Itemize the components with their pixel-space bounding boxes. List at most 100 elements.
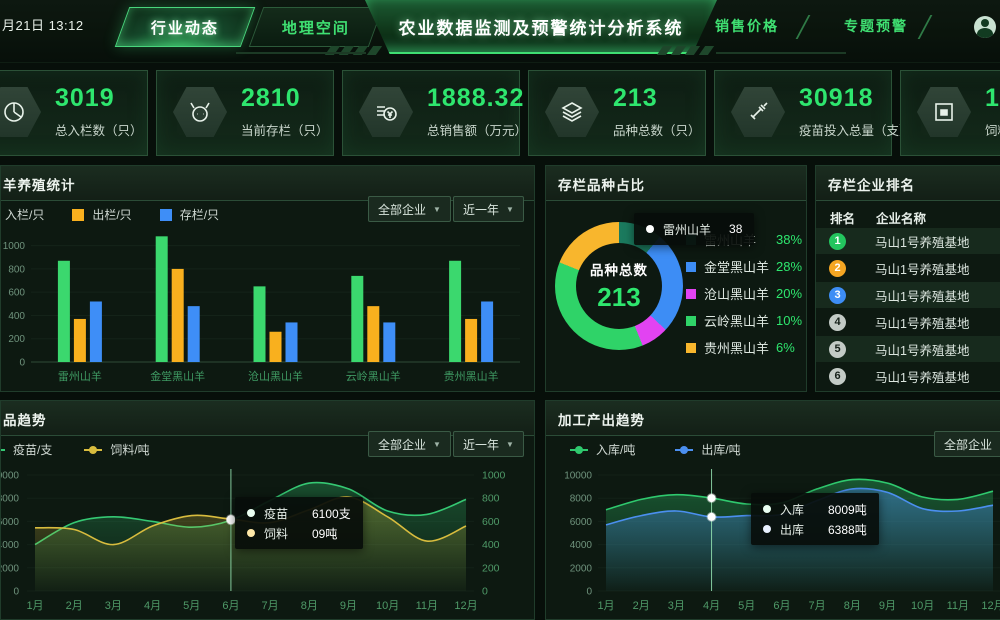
svg-text:9月: 9月: [879, 600, 896, 612]
donut-legend-item[interactable]: 贵州黑山羊6%: [686, 334, 802, 361]
stat-label: 总入栏数（只）: [55, 120, 143, 139]
stat-card: 1888.32总销售额（万元）: [342, 70, 520, 156]
tooltip-dot: [763, 525, 771, 533]
ranking-rows: 1 马山1号养殖基地 2马山1号养殖基地3马山1号养殖基地4马山1号养殖基地5马山1…: [816, 228, 1000, 390]
legend-item[interactable]: 入栏/只: [0, 206, 44, 223]
tooltip-value: 09吨: [312, 525, 337, 542]
donut-center-value: 213: [597, 282, 640, 313]
ranking-row[interactable]: 2马山1号养殖基地: [816, 255, 1000, 281]
time-range-select[interactable]: 近一年▼: [453, 431, 524, 457]
chevron-down-icon: ▼: [506, 440, 514, 449]
svg-text:7月: 7月: [809, 600, 826, 612]
legend-item[interactable]: 出库/吨: [675, 441, 740, 458]
panel-ranking-title: 存栏企业排名: [828, 174, 915, 194]
tooltip-name: 饲料: [264, 525, 294, 542]
svg-text:1月: 1月: [597, 600, 614, 612]
user-avatar-icon[interactable]: [974, 16, 996, 38]
svg-text:2月: 2月: [66, 600, 83, 612]
legend-item[interactable]: 存栏/只: [160, 206, 219, 223]
legend-item[interactable]: 饲料/吨: [84, 441, 149, 458]
svg-text:1月: 1月: [26, 600, 43, 612]
stat-value: 1888.32: [427, 84, 524, 113]
company-filter-select[interactable]: 全部企业▼: [368, 196, 451, 222]
svg-text:0: 0: [586, 587, 592, 598]
svg-text:12月: 12月: [981, 600, 1000, 612]
chevron-down-icon: ▼: [506, 205, 514, 214]
svg-text:5月: 5月: [738, 600, 755, 612]
decor-line: [236, 52, 366, 54]
panel-process-trend-header: 加工产出趋势: [546, 401, 1000, 436]
svg-text:11月: 11月: [947, 600, 969, 612]
company-name: 马山1号养殖基地: [875, 313, 969, 332]
tooltip-name: 入库: [780, 501, 810, 518]
layers-icon: [545, 87, 599, 137]
rank-badge: 1: [829, 233, 846, 250]
stat-value: 3019: [55, 84, 115, 113]
pie-chart-icon: [0, 87, 41, 137]
svg-text:200: 200: [8, 334, 25, 345]
col-rank-header: 排名: [830, 208, 876, 227]
panel-company-ranking: 存栏企业排名 排名 企业名称 1马山1号养殖基地2马山1号养殖基地3马山1号养殖…: [815, 165, 1000, 392]
tooltip-value: 6388吨: [828, 521, 867, 538]
ranking-row[interactable]: 3马山1号养殖基地: [816, 282, 1000, 308]
company-filter-select[interactable]: 全部企业▼: [368, 431, 451, 457]
donut-legend: 雷州山羊38%金堂黑山羊28%沧山黑山羊20%云岭黑山羊10%贵州黑山羊6%: [686, 226, 802, 361]
tooltip-dot: [763, 505, 771, 513]
tab-sales-price[interactable]: 销售价格: [702, 16, 792, 36]
donut-legend-pct: 28%: [776, 259, 802, 274]
donut-legend-item[interactable]: 云岭黑山羊10%: [686, 307, 802, 334]
panel-ranking-header: 存栏企业排名: [816, 166, 1000, 201]
svg-text:雷州山羊: 雷州山羊: [58, 369, 102, 383]
ranking-row[interactable]: 6马山1号养殖基地: [816, 363, 1000, 389]
donut-legend-pct: 20%: [776, 286, 802, 301]
donut-legend-item[interactable]: 沧山黑山羊20%: [686, 280, 802, 307]
tab-geographic-space[interactable]: 地理空间: [249, 7, 384, 47]
donut-tooltip: 雷州山羊 38: [634, 213, 754, 245]
company-filter-value: 全部企业: [378, 201, 426, 218]
legend-item[interactable]: 疫苗/支: [0, 441, 52, 458]
ranking-row[interactable]: 1 马山1号养殖基地: [816, 228, 1000, 254]
time-range-select[interactable]: 近一年▼: [453, 196, 524, 222]
tab-industry-news[interactable]: 行业动态: [115, 7, 256, 47]
stat-label: 当前存栏（只）: [241, 120, 329, 139]
svg-text:10000: 10000: [564, 471, 592, 482]
feed-icon: [917, 87, 971, 137]
donut-legend-label: 沧山黑山羊: [704, 284, 776, 303]
stat-card: 3019 总入栏数（只）: [0, 70, 148, 156]
svg-text:10000: 10000: [1, 471, 19, 482]
tab-industry-news-label: 行业动态: [151, 17, 219, 38]
chevron-down-icon: ▼: [433, 440, 441, 449]
goat-icon: [173, 87, 227, 137]
tab-geographic-space-label: 地理空间: [282, 17, 350, 38]
legend-item[interactable]: 入库/吨: [570, 441, 635, 458]
svg-text:金堂黑山羊: 金堂黑山羊: [150, 369, 205, 383]
decor-line: [716, 52, 846, 54]
svg-text:2000: 2000: [570, 563, 593, 574]
svg-text:6月: 6月: [222, 600, 239, 612]
tooltip-dot: [247, 509, 255, 517]
stat-value: 30918: [799, 84, 874, 113]
stat-value: 2810: [241, 84, 301, 113]
ranking-row[interactable]: 4马山1号养殖基地: [816, 309, 1000, 335]
panel-stock-ratio-header: 存栏品种占比: [546, 166, 806, 201]
stat-label: 总销售额（万元）: [427, 120, 527, 139]
legend-item[interactable]: 出栏/只: [72, 206, 131, 223]
tooltip-name: 疫苗: [264, 505, 294, 522]
company-name: 马山1号养殖基地: [875, 232, 969, 251]
svg-text:800: 800: [482, 493, 500, 505]
donut-legend-pct: 6%: [776, 340, 795, 355]
tooltip-value: 38: [729, 222, 742, 236]
svg-text:10月: 10月: [376, 600, 399, 612]
company-filter-select[interactable]: 全部企业▼: [934, 431, 1000, 457]
ranking-row[interactable]: 5马山1号养殖基地: [816, 336, 1000, 362]
legend-label: 出库/吨: [701, 441, 740, 458]
donut-legend-label: 贵州黑山羊: [704, 338, 776, 357]
stat-card: 213品种总数（只）: [528, 70, 706, 156]
tab-topic-warning[interactable]: 专题预警: [834, 16, 918, 36]
tooltip-dot: [247, 529, 255, 537]
svg-text:2000: 2000: [1, 563, 19, 574]
svg-text:600: 600: [482, 516, 500, 528]
donut-legend-item[interactable]: 金堂黑山羊28%: [686, 253, 802, 280]
stat-label: 疫苗投入总量（支）: [799, 120, 912, 139]
breeding-bar-chart[interactable]: 02004006008001000雷州山羊金堂黑山羊沧山黑山羊云岭黑山羊贵州黑山…: [1, 226, 534, 392]
